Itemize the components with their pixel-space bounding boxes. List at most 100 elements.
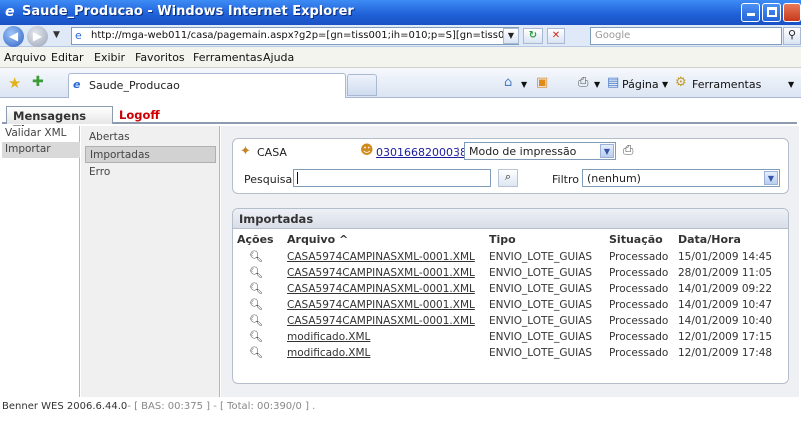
address-url[interactable]: http://mga-web011/casa/pagemain.aspx?g2p… bbox=[91, 30, 517, 41]
file-link[interactable]: CASA5974CAMPINASXML-0001.XML bbox=[287, 267, 475, 279]
file-link[interactable]: CASA5974CAMPINASXML-0001.XML bbox=[287, 315, 475, 327]
search-label: Pesquisar bbox=[244, 173, 297, 186]
organization-icon: ✦ bbox=[240, 144, 251, 159]
window-titlebar: e Saude_Producao - Windows Internet Expl… bbox=[0, 0, 801, 25]
tab-page-icon: e bbox=[73, 78, 81, 91]
toolbar-panel: ✦ CASA ☻ 03016682000380 | Modo de impres… bbox=[232, 138, 789, 194]
menu-ferramentas[interactable]: Ferramentas bbox=[193, 51, 262, 64]
add-favorite-icon[interactable]: ✚ bbox=[32, 74, 44, 90]
cell-type: ENVIO_LOTE_GUIAS bbox=[489, 315, 593, 327]
logoff-link[interactable]: Logoff bbox=[113, 106, 166, 124]
header-type[interactable]: Tipo bbox=[489, 233, 516, 246]
forward-button[interactable]: ▶ bbox=[27, 26, 48, 47]
footer-stats: - [ BAS: 00:375 ] - [ Total: 00:390/0 ] … bbox=[127, 401, 316, 412]
feeds-icon[interactable]: ▣ bbox=[536, 75, 548, 90]
pesquisar-input[interactable] bbox=[293, 169, 491, 187]
menu-ajuda[interactable]: Ajuda bbox=[263, 51, 294, 64]
refresh-button[interactable]: ↻ bbox=[523, 28, 543, 44]
imported-grid-panel: Importadas Ações Arquivo ^ Tipo Situação… bbox=[232, 208, 789, 384]
address-row: ◀ ▶ ▼ e http://mga-web011/casa/pagemain.… bbox=[0, 25, 801, 47]
view-magnifier-icon[interactable]: 🔍︎ bbox=[249, 314, 263, 327]
toolbar-separator: | bbox=[456, 145, 460, 158]
cell-datetime: 28/01/2009 11:05 bbox=[678, 267, 773, 279]
home-icon[interactable]: ⌂ bbox=[504, 75, 512, 90]
close-button[interactable] bbox=[783, 3, 801, 22]
cell-datetime: 15/01/2009 14:45 bbox=[678, 251, 773, 263]
tools-gear-icon: ⚙ bbox=[675, 75, 687, 90]
cell-type: ENVIO_LOTE_GUIAS bbox=[489, 299, 593, 311]
menu-arquivo[interactable]: Arquivo bbox=[4, 51, 46, 64]
app-tabs: Mensagens Tiss Logoff bbox=[2, 102, 797, 137]
search-button[interactable]: ⌕ bbox=[498, 169, 518, 187]
view-magnifier-icon[interactable]: 🔍︎ bbox=[249, 346, 263, 359]
stop-button[interactable]: ✕ bbox=[547, 28, 565, 44]
tools-dropdown-icon[interactable]: ▼ bbox=[788, 80, 794, 89]
nav-validar-xml[interactable]: Validar XML bbox=[2, 126, 80, 142]
minimize-button[interactable] bbox=[741, 3, 760, 22]
table-row: 🔍︎ modificado.XML ENVIO_LOTE_GUIAS Proce… bbox=[233, 346, 788, 361]
home-dropdown-icon[interactable]: ▼ bbox=[521, 80, 527, 89]
search-input[interactable]: Google bbox=[590, 27, 782, 45]
grid-title: Importadas bbox=[233, 209, 788, 229]
file-link[interactable]: CASA5974CAMPINASXML-0001.XML bbox=[287, 299, 475, 311]
chevron-down-icon[interactable]: ▼ bbox=[600, 144, 614, 158]
search-icon[interactable]: ⚲ bbox=[783, 27, 801, 45]
page-menu[interactable]: Página bbox=[622, 78, 659, 91]
file-link[interactable]: modificado.XML bbox=[287, 331, 370, 343]
history-dropdown-icon[interactable]: ▼ bbox=[53, 30, 60, 40]
cell-status: Processado bbox=[609, 283, 669, 295]
menu-exibir[interactable]: Exibir bbox=[94, 51, 125, 64]
file-link[interactable]: CASA5974CAMPINASXML-0001.XML bbox=[287, 283, 475, 295]
cell-datetime: 12/01/2009 17:48 bbox=[678, 347, 773, 359]
favorites-star-icon[interactable]: ★ bbox=[8, 74, 21, 92]
left-nav: Validar XML Importar bbox=[2, 126, 80, 397]
address-dropdown-button[interactable]: ▼ bbox=[503, 28, 519, 44]
menu-favoritos[interactable]: Favoritos bbox=[135, 51, 185, 64]
view-magnifier-icon[interactable]: 🔍︎ bbox=[249, 282, 263, 295]
page-dropdown-icon[interactable]: ▼ bbox=[662, 80, 668, 89]
print-mode-select[interactable]: Modo de impressão ▼ bbox=[464, 142, 616, 160]
new-tab-button[interactable] bbox=[347, 74, 377, 96]
status-footer: Benner WES 2006.6.44.0- [ BAS: 00:375 ] … bbox=[2, 401, 315, 412]
cell-datetime: 14/01/2009 09:22 bbox=[678, 283, 773, 295]
subnav-importadas[interactable]: Importadas bbox=[85, 146, 216, 163]
file-link[interactable]: modificado.XML bbox=[287, 347, 370, 359]
tab-bar: ★ ✚ e Saude_Producao ⌂ ▼ ▣ ⎙ ▼ ▤ Página … bbox=[0, 68, 801, 98]
table-row: 🔍︎ CASA5974CAMPINASXML-0001.XML ENVIO_LO… bbox=[233, 314, 788, 329]
cell-datetime: 14/01/2009 10:40 bbox=[678, 315, 773, 327]
print-dropdown-icon[interactable]: ▼ bbox=[594, 80, 600, 89]
back-button[interactable]: ◀ bbox=[3, 26, 24, 47]
header-file[interactable]: Arquivo ^ bbox=[287, 233, 348, 246]
tab-mensagens-tiss[interactable]: Mensagens Tiss bbox=[6, 106, 113, 137]
view-magnifier-icon[interactable]: 🔍︎ bbox=[249, 250, 263, 263]
maximize-button[interactable] bbox=[762, 3, 781, 22]
view-magnifier-icon[interactable]: 🔍︎ bbox=[249, 266, 263, 279]
table-row: 🔍︎ CASA5974CAMPINASXML-0001.XML ENVIO_LO… bbox=[233, 266, 788, 281]
address-bar[interactable]: e http://mga-web011/casa/pagemain.aspx?g… bbox=[71, 27, 519, 45]
view-magnifier-icon[interactable]: 🔍︎ bbox=[249, 298, 263, 311]
subnav-erro[interactable]: Erro bbox=[85, 164, 216, 181]
cell-datetime: 12/01/2009 17:15 bbox=[678, 331, 773, 343]
cell-type: ENVIO_LOTE_GUIAS bbox=[489, 331, 593, 343]
cell-status: Processado bbox=[609, 267, 669, 279]
footer-version: Benner WES 2006.6.44.0 bbox=[2, 401, 128, 412]
file-link[interactable]: CASA5974CAMPINASXML-0001.XML bbox=[287, 251, 475, 263]
view-magnifier-icon[interactable]: 🔍︎ bbox=[249, 330, 263, 343]
header-datetime[interactable]: Data/Hora bbox=[678, 233, 741, 246]
printer-icon[interactable]: ⎙ bbox=[623, 143, 633, 158]
print-mode-value: Modo de impressão bbox=[469, 145, 577, 158]
tab-label: Saude_Producao bbox=[89, 79, 180, 92]
menu-bar: Arquivo Editar Exibir Favoritos Ferramen… bbox=[0, 47, 801, 68]
page-content: Mensagens Tiss Logoff Validar XML Import… bbox=[0, 98, 801, 423]
filter-select[interactable]: (nenhum) ▼ bbox=[582, 169, 780, 187]
cell-status: Processado bbox=[609, 347, 669, 359]
browser-tab[interactable]: e Saude_Producao bbox=[68, 73, 346, 98]
header-status[interactable]: Situação bbox=[609, 233, 663, 246]
print-icon[interactable]: ⎙ bbox=[578, 75, 588, 90]
tools-menu[interactable]: Ferramentas bbox=[692, 78, 761, 91]
nav-importar[interactable]: Importar bbox=[2, 142, 80, 158]
chevron-down-icon[interactable]: ▼ bbox=[764, 171, 778, 185]
subnav-abertas[interactable]: Abertas bbox=[85, 129, 216, 146]
menu-editar[interactable]: Editar bbox=[51, 51, 84, 64]
user-icon: ☻ bbox=[360, 143, 374, 158]
